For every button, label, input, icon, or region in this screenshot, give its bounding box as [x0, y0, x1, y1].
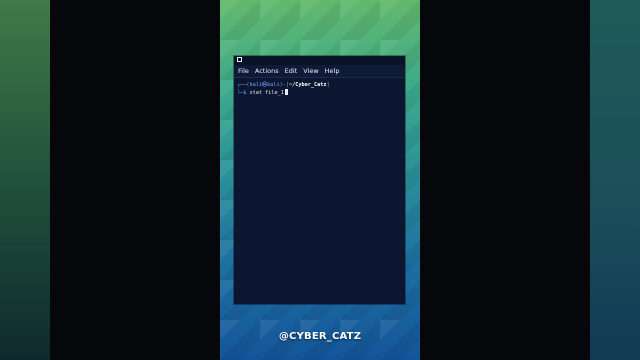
prompt-line-2: └─$ stat file_1: [237, 89, 402, 97]
background-right-panel: [590, 0, 640, 360]
prompt-path: ~/Cyber_Catz: [289, 82, 327, 88]
menu-edit[interactable]: Edit: [285, 65, 298, 78]
menu-help[interactable]: Help: [325, 65, 340, 78]
menu-bar: File Actions Edit View Help: [234, 65, 405, 78]
command-value: stat file_1: [249, 90, 284, 96]
background-left-panel: [0, 0, 50, 360]
command-text[interactable]: stat file_1: [246, 90, 284, 96]
menu-view[interactable]: View: [303, 65, 318, 78]
menu-file[interactable]: File: [238, 65, 249, 78]
menu-actions[interactable]: Actions: [255, 65, 279, 78]
terminal-output[interactable]: ┌──(kali㉿kali)-[~/Cyber_Catz] └─$ stat f…: [237, 82, 402, 302]
terminal-window-icon: [237, 57, 242, 62]
prompt-user: (kali㉿kali): [246, 82, 283, 88]
cursor-block: [284, 89, 288, 95]
prompt-close: ]: [326, 82, 330, 88]
terminal-window[interactable]: File Actions Edit View Help ┌──(kali㉿kal…: [234, 56, 405, 304]
prompt-corner-top: ┌──: [237, 82, 247, 88]
prompt-line-1: ┌──(kali㉿kali)-[~/Cyber_Catz]: [237, 82, 402, 89]
background-dark-strip-right: [420, 0, 590, 360]
background-dark-strip-left: [50, 0, 220, 360]
watermark: @CYBER_CATZ: [278, 331, 362, 342]
